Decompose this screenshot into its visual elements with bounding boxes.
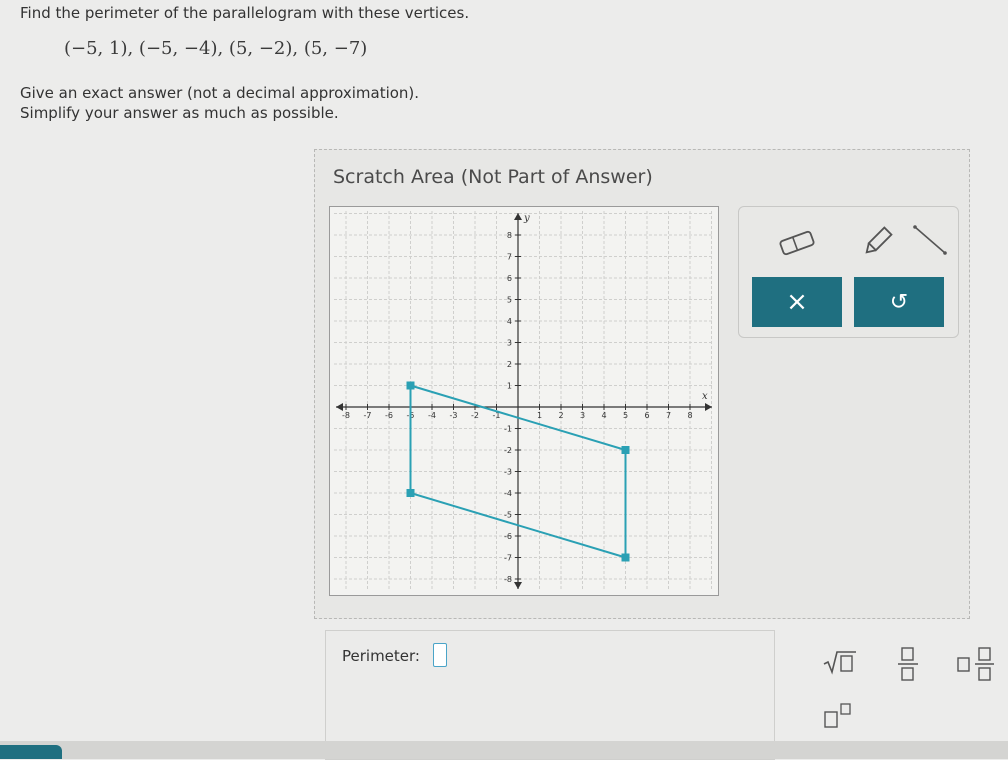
close-icon: × bbox=[786, 287, 808, 317]
instruction-exact: Give an exact answer (not a decimal appr… bbox=[20, 84, 420, 102]
scratch-area: Scratch Area (Not Part of Answer) x y -8 -7… bbox=[314, 149, 970, 619]
clear-button[interactable]: × bbox=[752, 277, 842, 327]
instruction-simplify: Simplify your answer as much as possible… bbox=[20, 104, 339, 122]
y-tick-label: -6 bbox=[504, 532, 512, 541]
square-root-button[interactable] bbox=[810, 646, 866, 680]
x-tick-label: 8 bbox=[687, 411, 692, 420]
x-axis-arrow-right bbox=[705, 403, 712, 411]
vertex-point bbox=[621, 446, 630, 454]
question-prompt: Find the perimeter of the parallelogram … bbox=[20, 4, 470, 22]
mixed-number-icon bbox=[957, 647, 994, 681]
x-axis-arrow-left bbox=[336, 403, 343, 411]
y-axis-label: y bbox=[523, 213, 530, 224]
x-axis-label: x bbox=[702, 391, 708, 402]
y-tick-label: -7 bbox=[504, 554, 512, 563]
graph-canvas[interactable]: xy-8 -7 -6 -5 -4 -3 -2 -1 1 2 3 4 5 6 7 8-8-7-6-5-4-3-2… bbox=[330, 207, 718, 595]
y-tick-label: 2 bbox=[507, 360, 512, 369]
line-tool-button[interactable] bbox=[905, 217, 953, 265]
coordinate-graph[interactable]: x y -8 -7 -6 -5 -4 -3 -2 -1 1 2 3 4 5 6 7 8 -8 -7 -6 -5 -4 -3 -2… bbox=[329, 206, 719, 596]
x-tick-label: 1 bbox=[537, 411, 542, 420]
undo-button[interactable]: ↺ bbox=[854, 277, 944, 327]
x-tick-label: 5 bbox=[623, 411, 628, 420]
x-tick-label: 3 bbox=[580, 411, 585, 420]
x-tick-label: 2 bbox=[558, 411, 563, 420]
x-tick-label: -3 bbox=[450, 411, 458, 420]
perimeter-label: Perimeter: bbox=[342, 647, 420, 665]
x-tick-label: -2 bbox=[471, 411, 479, 420]
y-tick-label: -4 bbox=[504, 489, 512, 498]
pencil-icon bbox=[865, 226, 893, 254]
y-tick-label: -1 bbox=[504, 425, 512, 434]
scratch-area-title: Scratch Area (Not Part of Answer) bbox=[333, 166, 653, 188]
bottom-accent bbox=[0, 745, 62, 759]
eraser-icon bbox=[779, 230, 815, 256]
y-tick-label: 1 bbox=[507, 382, 512, 391]
mixed-number-button[interactable] bbox=[952, 644, 1000, 684]
x-tick-label: -4 bbox=[428, 411, 436, 420]
y-tick-label: -3 bbox=[504, 468, 512, 477]
square-root-icon bbox=[823, 651, 856, 675]
x-tick-label: 7 bbox=[666, 411, 671, 420]
y-tick-label: -2 bbox=[504, 446, 512, 455]
eraser-tool-button[interactable] bbox=[752, 217, 842, 265]
y-tick-label: 7 bbox=[507, 253, 512, 262]
drawing-tools-panel: × ↺ bbox=[738, 206, 959, 338]
y-tick-label: 8 bbox=[507, 231, 512, 240]
vertices-list: (−5, 1), (−5, −4), (5, −2), (5, −7) bbox=[64, 38, 368, 59]
line-tool-icon bbox=[913, 225, 947, 255]
y-tick-label: 6 bbox=[507, 274, 512, 283]
y-tick-label: 4 bbox=[507, 317, 512, 326]
x-tick-label: -6 bbox=[385, 411, 393, 420]
y-tick-label: -5 bbox=[504, 511, 512, 520]
fraction-button[interactable] bbox=[886, 644, 930, 684]
x-tick-label: -8 bbox=[342, 411, 350, 420]
x-tick-label: -7 bbox=[364, 411, 372, 420]
exponent-button[interactable] bbox=[815, 700, 863, 734]
vertex-point bbox=[406, 489, 415, 497]
pencil-tool-button[interactable] bbox=[854, 217, 902, 265]
undo-icon: ↺ bbox=[889, 289, 909, 315]
vertex-point bbox=[621, 553, 630, 562]
bottom-bar bbox=[0, 741, 1008, 759]
vertex-point bbox=[406, 381, 415, 390]
y-tick-label: 5 bbox=[507, 296, 512, 305]
y-tick-label: -8 bbox=[504, 575, 512, 584]
y-tick-label: 3 bbox=[507, 339, 512, 348]
x-tick-label: 6 bbox=[644, 411, 649, 420]
x-tick-label: 4 bbox=[601, 411, 606, 420]
perimeter-input[interactable] bbox=[433, 643, 447, 667]
y-axis-arrow-down bbox=[514, 582, 522, 589]
y-axis-arrow-up bbox=[514, 213, 522, 220]
exponent-icon bbox=[824, 703, 851, 728]
fraction-icon bbox=[898, 647, 918, 681]
